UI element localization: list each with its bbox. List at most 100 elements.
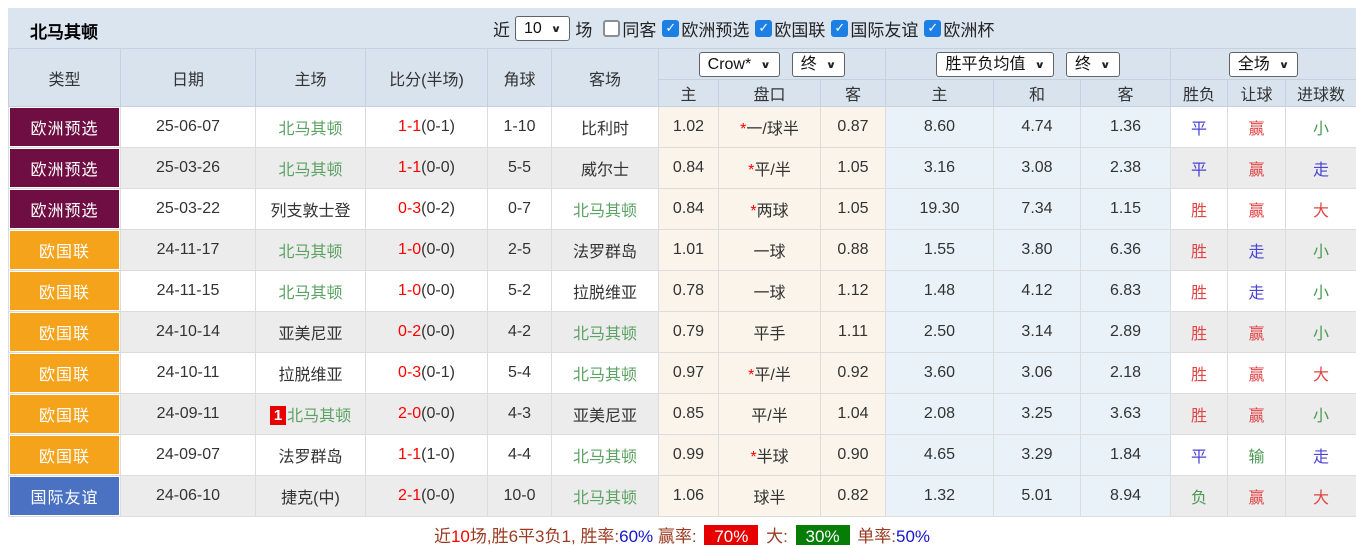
goals-result-cell: 走 bbox=[1286, 435, 1356, 476]
odds-away-cell: 1.11 bbox=[821, 312, 886, 353]
home-team-name: 捷克(中) bbox=[281, 490, 340, 507]
score-cell: 1-0(0-0) bbox=[366, 271, 488, 312]
home-team-cell[interactable]: 法罗群岛 bbox=[256, 435, 366, 476]
match-date-cell: 24-06-10 bbox=[121, 476, 256, 517]
avg-type-value: 胜平负均值 bbox=[945, 55, 1025, 74]
handicap-cell: *一/球半 bbox=[719, 107, 821, 148]
odds-home-cell: 0.99 bbox=[659, 435, 719, 476]
match-type-badge: 欧国联 bbox=[10, 354, 119, 392]
match-count-value: 10 bbox=[524, 19, 542, 38]
checked-checkbox[interactable]: ✓ bbox=[755, 20, 772, 37]
filter-label[interactable]: 欧洲杯 bbox=[943, 16, 994, 41]
halftime-score: (0-0) bbox=[421, 159, 455, 176]
odds-stage-select[interactable]: 终 ∨ bbox=[792, 52, 846, 77]
home-team-cell[interactable]: 捷克(中) bbox=[256, 476, 366, 517]
avg-home-cell: 8.60 bbox=[886, 107, 994, 148]
chevron-down-icon: ∨ bbox=[1279, 57, 1290, 71]
home-team-name: 北马其顿 bbox=[278, 162, 342, 179]
subcol-avg-draw: 和 bbox=[994, 80, 1081, 107]
odds-home-cell: 0.97 bbox=[659, 353, 719, 394]
handicap-result-cell: 赢 bbox=[1228, 107, 1286, 148]
match-type-cell: 欧国联 bbox=[9, 230, 121, 271]
away-team-cell[interactable]: 拉脱维亚 bbox=[552, 271, 659, 312]
avg-draw-cell: 3.29 bbox=[994, 435, 1081, 476]
halftime-score: (0-2) bbox=[421, 200, 455, 217]
away-team-cell[interactable]: 北马其顿 bbox=[552, 312, 659, 353]
summary-text: 赢率: bbox=[653, 527, 701, 545]
home-team-cell[interactable]: 1北马其顿 bbox=[256, 394, 366, 435]
recent-label: 近 bbox=[493, 16, 510, 41]
match-type-cell: 欧洲预选 bbox=[9, 107, 121, 148]
result-cell: 负 bbox=[1171, 476, 1228, 517]
fulltime-score: 1-1 bbox=[398, 159, 421, 176]
summary-text: 场,胜6平3负1, 胜率: bbox=[470, 527, 619, 545]
odds-company-select[interactable]: Crow* ∨ bbox=[699, 52, 780, 77]
home-team-cell[interactable]: 北马其顿 bbox=[256, 271, 366, 312]
avg-home-cell: 3.16 bbox=[886, 148, 994, 189]
away-team-cell[interactable]: 亚美尼亚 bbox=[552, 394, 659, 435]
odds-group-header: Crow* ∨ 终 ∨ bbox=[659, 49, 886, 80]
checked-checkbox[interactable]: ✓ bbox=[831, 20, 848, 37]
home-team-cell[interactable]: 北马其顿 bbox=[256, 230, 366, 271]
away-team-cell[interactable]: 法罗群岛 bbox=[552, 230, 659, 271]
handicap-result-cell: 赢 bbox=[1228, 148, 1286, 189]
home-team-cell[interactable]: 拉脱维亚 bbox=[256, 353, 366, 394]
avg-away-cell: 2.89 bbox=[1081, 312, 1171, 353]
odds-home-cell: 1.01 bbox=[659, 230, 719, 271]
match-date-cell: 25-03-22 bbox=[121, 189, 256, 230]
match-type-badge: 欧国联 bbox=[10, 272, 119, 310]
handicap-result-cell: 赢 bbox=[1228, 312, 1286, 353]
home-team-cell[interactable]: 亚美尼亚 bbox=[256, 312, 366, 353]
halftime-score: (0-0) bbox=[421, 282, 455, 299]
col-header-date: 日期 bbox=[121, 49, 256, 107]
odds-away-cell: 1.04 bbox=[821, 394, 886, 435]
away-team-cell[interactable]: 北马其顿 bbox=[552, 353, 659, 394]
away-team-cell[interactable]: 北马其顿 bbox=[552, 435, 659, 476]
match-type-cell: 欧洲预选 bbox=[9, 148, 121, 189]
away-team-cell[interactable]: 威尔士 bbox=[552, 148, 659, 189]
goals-result-cell: 小 bbox=[1286, 394, 1356, 435]
checked-checkbox[interactable]: ✓ bbox=[924, 20, 941, 37]
match-row: 欧国联24-09-07法罗群岛1-1(1-0)4-4北马其顿0.99*半球0.9… bbox=[9, 435, 1356, 476]
match-count-select[interactable]: 10 ∨ bbox=[515, 16, 570, 41]
handicap-name: 一球 bbox=[753, 285, 785, 302]
result-cell: 胜 bbox=[1171, 189, 1228, 230]
score-cell: 0-3(0-2) bbox=[366, 189, 488, 230]
filter-label[interactable]: 同客 bbox=[622, 16, 656, 41]
avg-home-cell: 2.50 bbox=[886, 312, 994, 353]
avg-type-select[interactable]: 胜平负均值 ∨ bbox=[936, 52, 1054, 77]
odds-home-cell: 1.02 bbox=[659, 107, 719, 148]
away-team-cell[interactable]: 比利时 bbox=[552, 107, 659, 148]
handicap-cell: *半球 bbox=[719, 435, 821, 476]
corner-cell: 2-5 bbox=[488, 230, 552, 271]
corner-cell: 10-0 bbox=[488, 476, 552, 517]
avg-stage-select[interactable]: 终 ∨ bbox=[1066, 52, 1120, 77]
scope-select[interactable]: 全场 ∨ bbox=[1229, 52, 1299, 77]
filter-label[interactable]: 欧洲预选 bbox=[681, 16, 749, 41]
home-team-cell[interactable]: 北马其顿 bbox=[256, 148, 366, 189]
filter-label[interactable]: 欧国联 bbox=[774, 16, 825, 41]
away-team-cell[interactable]: 北马其顿 bbox=[552, 476, 659, 517]
handicap-name: 一球 bbox=[753, 244, 785, 261]
unchecked-checkbox[interactable] bbox=[603, 20, 620, 37]
result-cell: 平 bbox=[1171, 148, 1228, 189]
handicap-cell: 平/半 bbox=[719, 394, 821, 435]
avg-home-cell: 4.65 bbox=[886, 435, 994, 476]
filter-label[interactable]: 国际友谊 bbox=[850, 16, 918, 41]
checked-checkbox[interactable]: ✓ bbox=[662, 20, 679, 37]
match-type-cell: 欧国联 bbox=[9, 435, 121, 476]
handicap-result-cell: 输 bbox=[1228, 435, 1286, 476]
avg-draw-cell: 3.08 bbox=[994, 148, 1081, 189]
match-row: 欧洲预选25-06-07北马其顿1-1(0-1)1-10比利时1.02*一/球半… bbox=[9, 107, 1356, 148]
halftime-score: (0-1) bbox=[421, 118, 455, 135]
goals-result-cell: 小 bbox=[1286, 107, 1356, 148]
home-team-cell[interactable]: 北马其顿 bbox=[256, 107, 366, 148]
score-cell: 1-1(1-0) bbox=[366, 435, 488, 476]
page-title: 北马其顿 bbox=[30, 18, 98, 43]
home-team-cell[interactable]: 列支敦士登 bbox=[256, 189, 366, 230]
handicap-name: 两球 bbox=[757, 203, 789, 220]
summary-text: 单率: bbox=[853, 527, 896, 545]
away-team-name: 北马其顿 bbox=[573, 449, 637, 466]
away-team-cell[interactable]: 北马其顿 bbox=[552, 189, 659, 230]
odds-away-cell: 1.05 bbox=[821, 189, 886, 230]
